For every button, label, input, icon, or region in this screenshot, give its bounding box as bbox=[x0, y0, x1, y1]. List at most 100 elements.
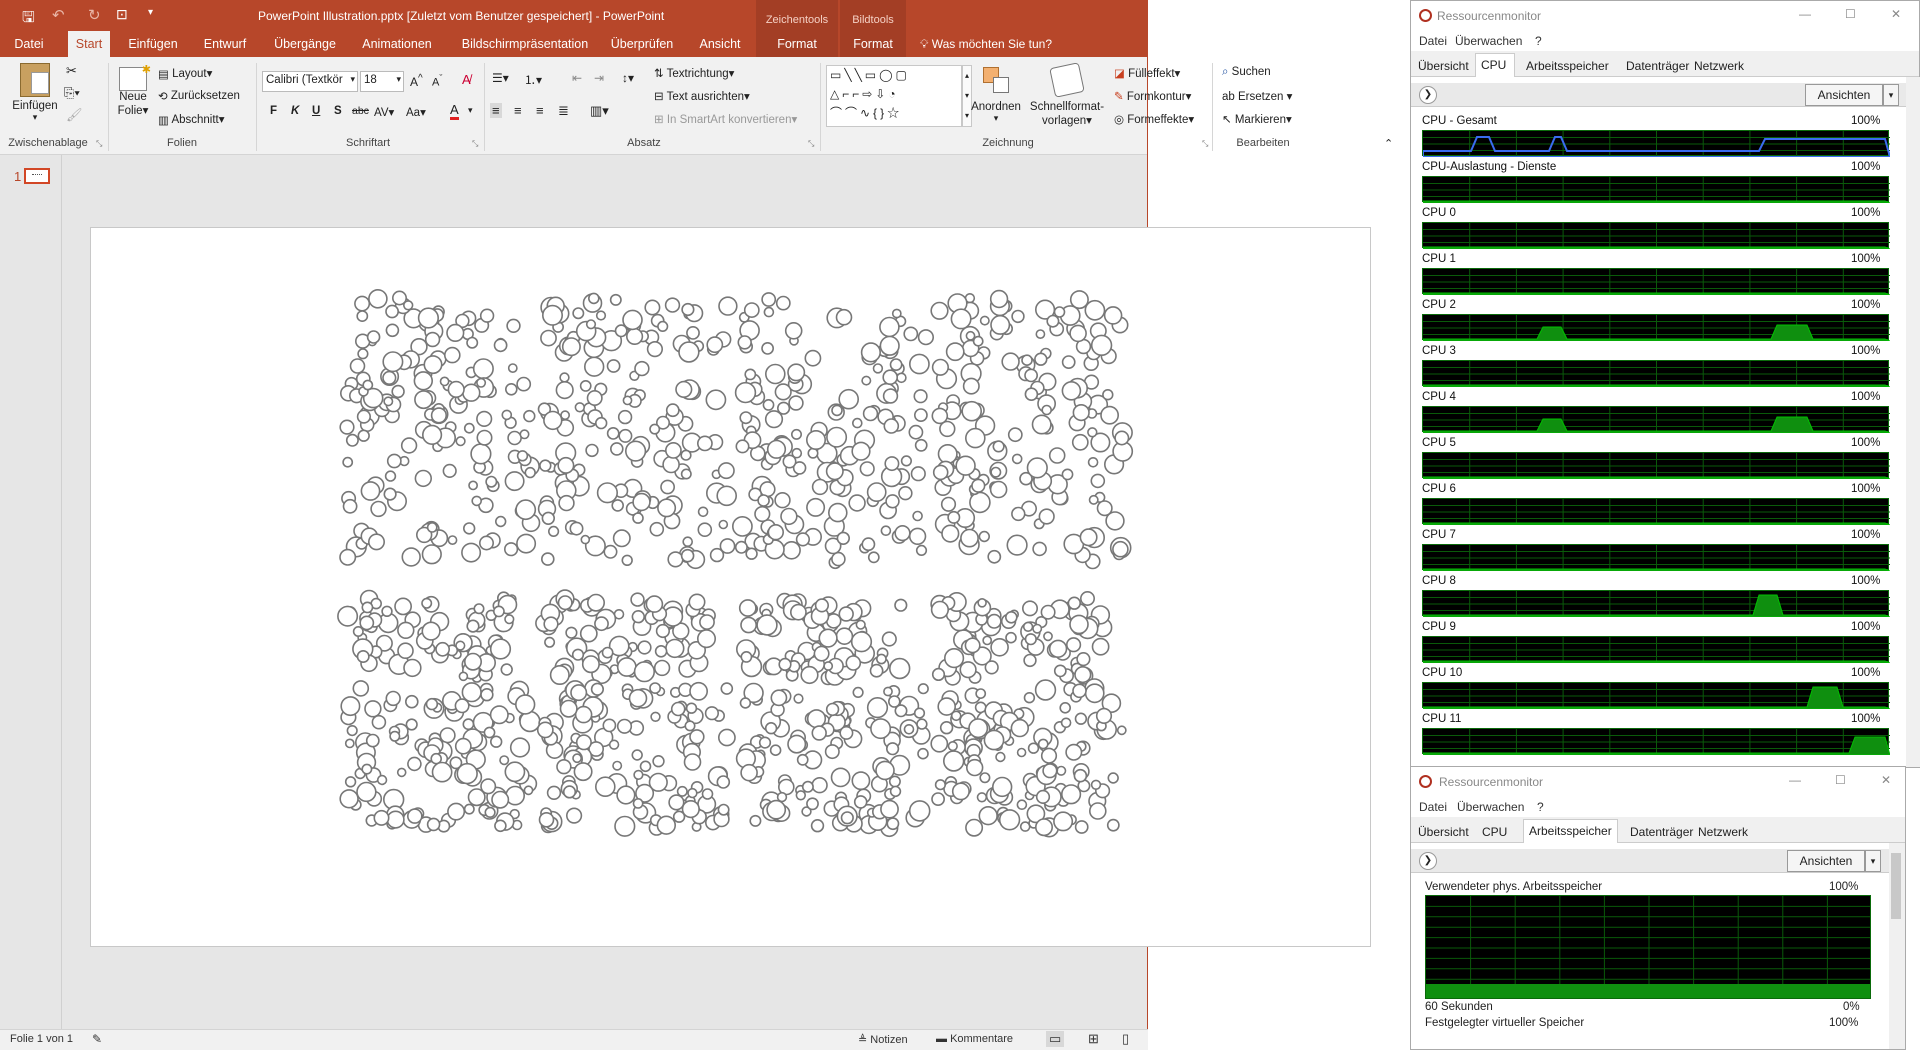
tab-memory[interactable]: Arbeitsspeicher bbox=[1521, 55, 1614, 77]
menu-file[interactable]: Datei bbox=[1419, 34, 1447, 48]
tab-format-picture[interactable]: Format bbox=[842, 31, 904, 57]
tab-bildschirmpraesentation[interactable]: Bildschirmpräsentation bbox=[452, 31, 598, 57]
clear-formatting-icon[interactable]: A̸ bbox=[462, 72, 471, 87]
tab-entwurf[interactable]: Entwurf bbox=[196, 31, 254, 57]
reading-view-icon[interactable]: ▯ bbox=[1122, 1031, 1129, 1047]
present-icon[interactable]: ⊡ bbox=[116, 6, 128, 23]
numbering-icon[interactable]: ⒈▾ bbox=[524, 71, 542, 88]
ribbon-display-icon[interactable]: ▭ bbox=[1233, 6, 1246, 23]
comments-button[interactable]: ▬ Kommentare bbox=[936, 1033, 1013, 1045]
char-spacing-button[interactable]: AV▾ bbox=[374, 105, 394, 119]
layout-button[interactable]: ▤ Layout▾ bbox=[158, 66, 212, 81]
normal-view-icon[interactable]: ▭ bbox=[1046, 1031, 1065, 1047]
dropdown-icon[interactable]: ▾ bbox=[468, 105, 473, 116]
tab-cpu[interactable]: CPU bbox=[1477, 821, 1512, 843]
align-left-icon[interactable]: ≡ bbox=[490, 103, 502, 118]
customize-qat-icon[interactable]: ▾ bbox=[148, 7, 153, 18]
notes-button[interactable]: ≜ Notizen bbox=[858, 1033, 908, 1046]
font-launcher-icon[interactable]: ⤡ bbox=[472, 139, 478, 149]
font-color-button[interactable]: A bbox=[450, 103, 459, 120]
tab-ansicht[interactable]: Ansicht bbox=[690, 31, 750, 57]
justify-icon[interactable]: ≣ bbox=[558, 103, 569, 119]
tab-ueberpruefen[interactable]: Überprüfen bbox=[606, 31, 678, 57]
tab-datei[interactable]: Datei bbox=[4, 31, 54, 57]
shadow-button[interactable]: S bbox=[334, 105, 342, 117]
slide-canvas[interactable] bbox=[90, 227, 1371, 947]
minimize-button[interactable]: — bbox=[1799, 7, 1811, 21]
strikethrough-button[interactable]: abc bbox=[352, 105, 369, 117]
align-center-icon[interactable]: ≡ bbox=[514, 103, 522, 118]
slide-sorter-icon[interactable]: ⊞ bbox=[1088, 1031, 1099, 1047]
tab-network[interactable]: Netzwerk bbox=[1693, 821, 1753, 843]
views-button[interactable]: Ansichten bbox=[1787, 850, 1865, 872]
tab-format-drawing[interactable]: Format bbox=[760, 31, 834, 57]
replace-button[interactable]: ab Ersetzen ▾ bbox=[1222, 89, 1292, 103]
undo-icon[interactable]: ↶ bbox=[52, 6, 65, 24]
menu-monitor[interactable]: Überwachen bbox=[1455, 34, 1522, 48]
illustration-image[interactable] bbox=[91, 228, 1372, 948]
quick-styles-button[interactable]: Schnellformat- vorlagen▾ bbox=[1024, 62, 1110, 127]
increase-indent-icon[interactable]: ⇥ bbox=[594, 71, 604, 85]
close-button[interactable]: ✕ bbox=[1881, 773, 1891, 787]
select-button[interactable]: ↖ Markieren▾ bbox=[1222, 112, 1292, 126]
menu-file[interactable]: Datei bbox=[1419, 800, 1447, 814]
drawing-launcher-icon[interactable]: ⤡ bbox=[1202, 139, 1208, 149]
tell-me-box[interactable]: 💡︎ Was möchten Sie tun? bbox=[920, 37, 1052, 52]
tab-overview[interactable]: Übersicht bbox=[1413, 55, 1474, 77]
menu-monitor[interactable]: Überwachen bbox=[1457, 800, 1524, 814]
line-spacing-icon[interactable]: ↕▾ bbox=[622, 71, 634, 85]
find-button[interactable]: ⌕ Suchen bbox=[1222, 66, 1271, 79]
tab-disk[interactable]: Datenträger bbox=[1625, 821, 1698, 843]
font-size-select[interactable]: 18 ▾ bbox=[360, 71, 404, 92]
format-painter-icon[interactable]: 🖌︎ bbox=[66, 107, 83, 123]
menu-help[interactable]: ? bbox=[1537, 800, 1544, 814]
close-button[interactable]: ✕ bbox=[1891, 7, 1901, 21]
shape-effects-button[interactable]: ◎ Formeffekte▾ bbox=[1114, 112, 1194, 126]
tab-cpu[interactable]: CPU bbox=[1475, 53, 1515, 78]
share-button[interactable]: ⚲ Freigeben bbox=[1310, 36, 1364, 64]
paste-button[interactable]: Einfügen ▾ bbox=[10, 63, 60, 123]
section-button[interactable]: ▥ Abschnitt▾ bbox=[158, 112, 225, 127]
tab-animationen[interactable]: Animationen bbox=[354, 31, 440, 57]
shapes-gallery[interactable]: ▭╲╲▭◯▢ △⌐⌐⇨⇩◔ ⌒⌒∿{}☆ bbox=[826, 65, 962, 127]
shrink-font-icon[interactable]: Aˇ bbox=[432, 73, 442, 89]
tab-uebergaenge[interactable]: Übergänge bbox=[268, 31, 342, 57]
smartart-button[interactable]: ⊞ In SmartArt konvertieren▾ bbox=[654, 112, 797, 126]
change-case-button[interactable]: Aa▾ bbox=[406, 105, 426, 119]
italic-button[interactable]: K bbox=[291, 105, 299, 117]
save-icon[interactable]: 🖫 bbox=[22, 7, 35, 32]
maximize-button[interactable]: ☐ bbox=[1314, 0, 1360, 31]
shape-fill-button[interactable]: ◪ Fülleffekt▾ bbox=[1114, 66, 1180, 80]
menu-help[interactable]: ? bbox=[1535, 34, 1542, 48]
redo-icon[interactable]: ↻ bbox=[88, 6, 101, 24]
new-slide-button[interactable]: ✱ Neue Folie▾ bbox=[112, 63, 154, 117]
text-direction-button[interactable]: ⇅ Textrichtung▾ bbox=[654, 66, 734, 80]
views-dropdown-icon[interactable]: ▾ bbox=[1865, 850, 1881, 872]
tab-memory[interactable]: Arbeitsspeicher bbox=[1523, 819, 1618, 844]
minimize-button[interactable]: — bbox=[1789, 773, 1801, 787]
signin-link[interactable]: Anmelden bbox=[1238, 37, 1292, 51]
bullets-icon[interactable]: ☰▾ bbox=[492, 71, 509, 85]
reset-button[interactable]: ⟲ Zurücksetzen bbox=[158, 89, 240, 103]
tab-overview[interactable]: Übersicht bbox=[1413, 821, 1474, 843]
paragraph-launcher-icon[interactable]: ⤡ bbox=[808, 139, 814, 149]
align-text-button[interactable]: ⊟ Text ausrichten▾ bbox=[654, 89, 750, 103]
decrease-indent-icon[interactable]: ⇤ bbox=[572, 71, 582, 85]
collapse-icon[interactable]: ❯ bbox=[1419, 86, 1437, 104]
arrange-button[interactable]: Anordnen ▾ bbox=[970, 65, 1022, 124]
views-dropdown-icon[interactable]: ▾ bbox=[1883, 84, 1899, 106]
minimize-button[interactable]: — bbox=[1268, 0, 1314, 31]
maximize-button[interactable]: ☐ bbox=[1845, 7, 1856, 21]
align-right-icon[interactable]: ≡ bbox=[536, 103, 544, 118]
font-name-select[interactable]: Calibri (Textkör ▾ bbox=[262, 71, 358, 92]
collapse-icon[interactable]: ❯ bbox=[1419, 852, 1437, 870]
underline-button[interactable]: U bbox=[312, 105, 320, 117]
tab-disk[interactable]: Datenträger bbox=[1621, 55, 1694, 77]
views-button[interactable]: Ansichten bbox=[1805, 84, 1883, 106]
scrollbar[interactable] bbox=[1889, 843, 1905, 1049]
close-button[interactable]: ✕ bbox=[1360, 0, 1406, 31]
grow-font-icon[interactable]: A^ bbox=[410, 73, 423, 89]
spelling-icon[interactable]: ✎ bbox=[92, 1032, 102, 1046]
clipboard-launcher-icon[interactable]: ⤡ bbox=[96, 139, 102, 149]
scrollbar[interactable] bbox=[1906, 77, 1920, 767]
